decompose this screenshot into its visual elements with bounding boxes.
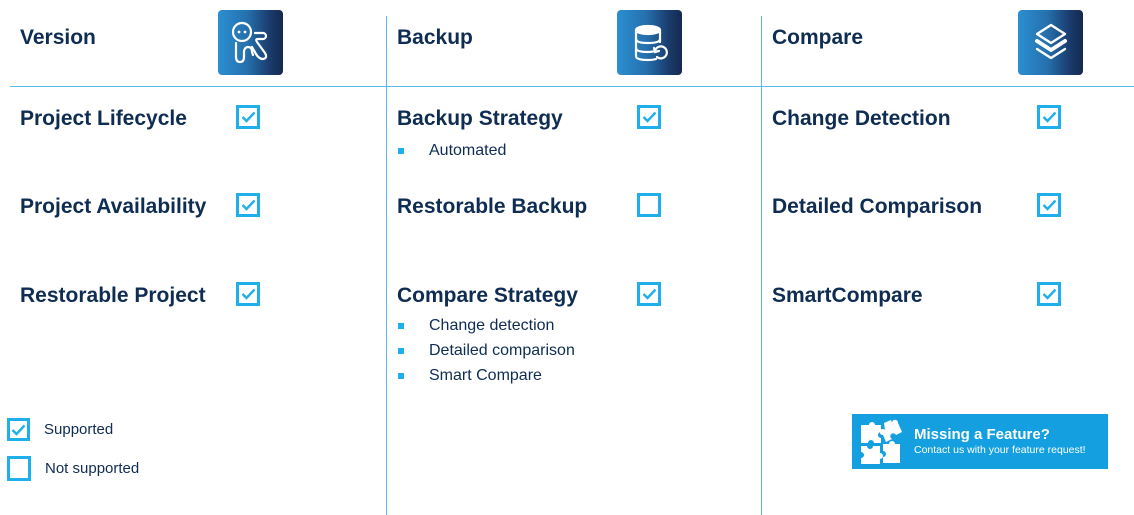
feature-project-lifecycle: Project Lifecycle <box>20 107 187 130</box>
supported-checkbox <box>1037 193 1061 217</box>
banner-subtitle[interactable]: Contact us with your feature request! <box>914 444 1086 457</box>
feature-project-availability: Project Availability <box>20 195 207 218</box>
bullet-item: Detailed comparison <box>397 338 575 363</box>
column-title-backup: Backup <box>397 26 473 49</box>
bullet-item: Change detection <box>397 313 575 338</box>
header-divider <box>10 86 1134 87</box>
layers-icon <box>1018 10 1083 75</box>
supported-checkbox <box>637 105 661 129</box>
supported-checkbox <box>1037 105 1061 129</box>
supported-checkbox <box>236 282 260 306</box>
octopus-mascot-icon <box>218 10 283 75</box>
bullet-item: Automated <box>397 138 506 163</box>
not-supported-checkbox-icon <box>7 456 31 481</box>
banner-title[interactable]: Missing a Feature? <box>914 426 1086 444</box>
supported-checkbox <box>637 282 661 306</box>
supported-checkbox <box>236 105 260 129</box>
missing-feature-banner[interactable]: Missing a Feature? Contact us with your … <box>852 414 1108 469</box>
feature-backup-strategy: Backup Strategy <box>397 107 563 130</box>
feature-compare-strategy: Compare Strategy <box>397 284 578 307</box>
legend-supported: Supported <box>7 418 113 441</box>
legend-not-supported: Not supported <box>7 456 139 481</box>
feature-smartcompare: SmartCompare <box>772 284 923 307</box>
supported-checkbox <box>1037 282 1061 306</box>
column-title-version: Version <box>20 26 96 49</box>
supported-checkbox-icon <box>7 418 30 441</box>
supported-checkbox <box>236 193 260 217</box>
column-divider-2 <box>761 16 762 515</box>
compare-strategy-bullets: Change detection Detailed comparison Sma… <box>397 313 575 388</box>
legend-not-supported-label: Not supported <box>45 460 140 477</box>
bullet-item: Smart Compare <box>397 363 575 388</box>
feature-restorable-backup: Restorable Backup <box>397 195 588 218</box>
database-restore-icon <box>617 10 682 75</box>
column-title-compare: Compare <box>772 26 864 49</box>
feature-restorable-project: Restorable Project <box>20 284 206 307</box>
feature-change-detection: Change Detection <box>772 107 951 130</box>
puzzle-icon <box>861 419 902 464</box>
not-supported-checkbox <box>637 193 661 217</box>
legend-supported-label: Supported <box>44 421 114 438</box>
feature-detailed-comparison: Detailed Comparison <box>772 195 983 218</box>
column-divider-1 <box>386 16 387 515</box>
backup-strategy-bullets: Automated <box>397 138 506 163</box>
